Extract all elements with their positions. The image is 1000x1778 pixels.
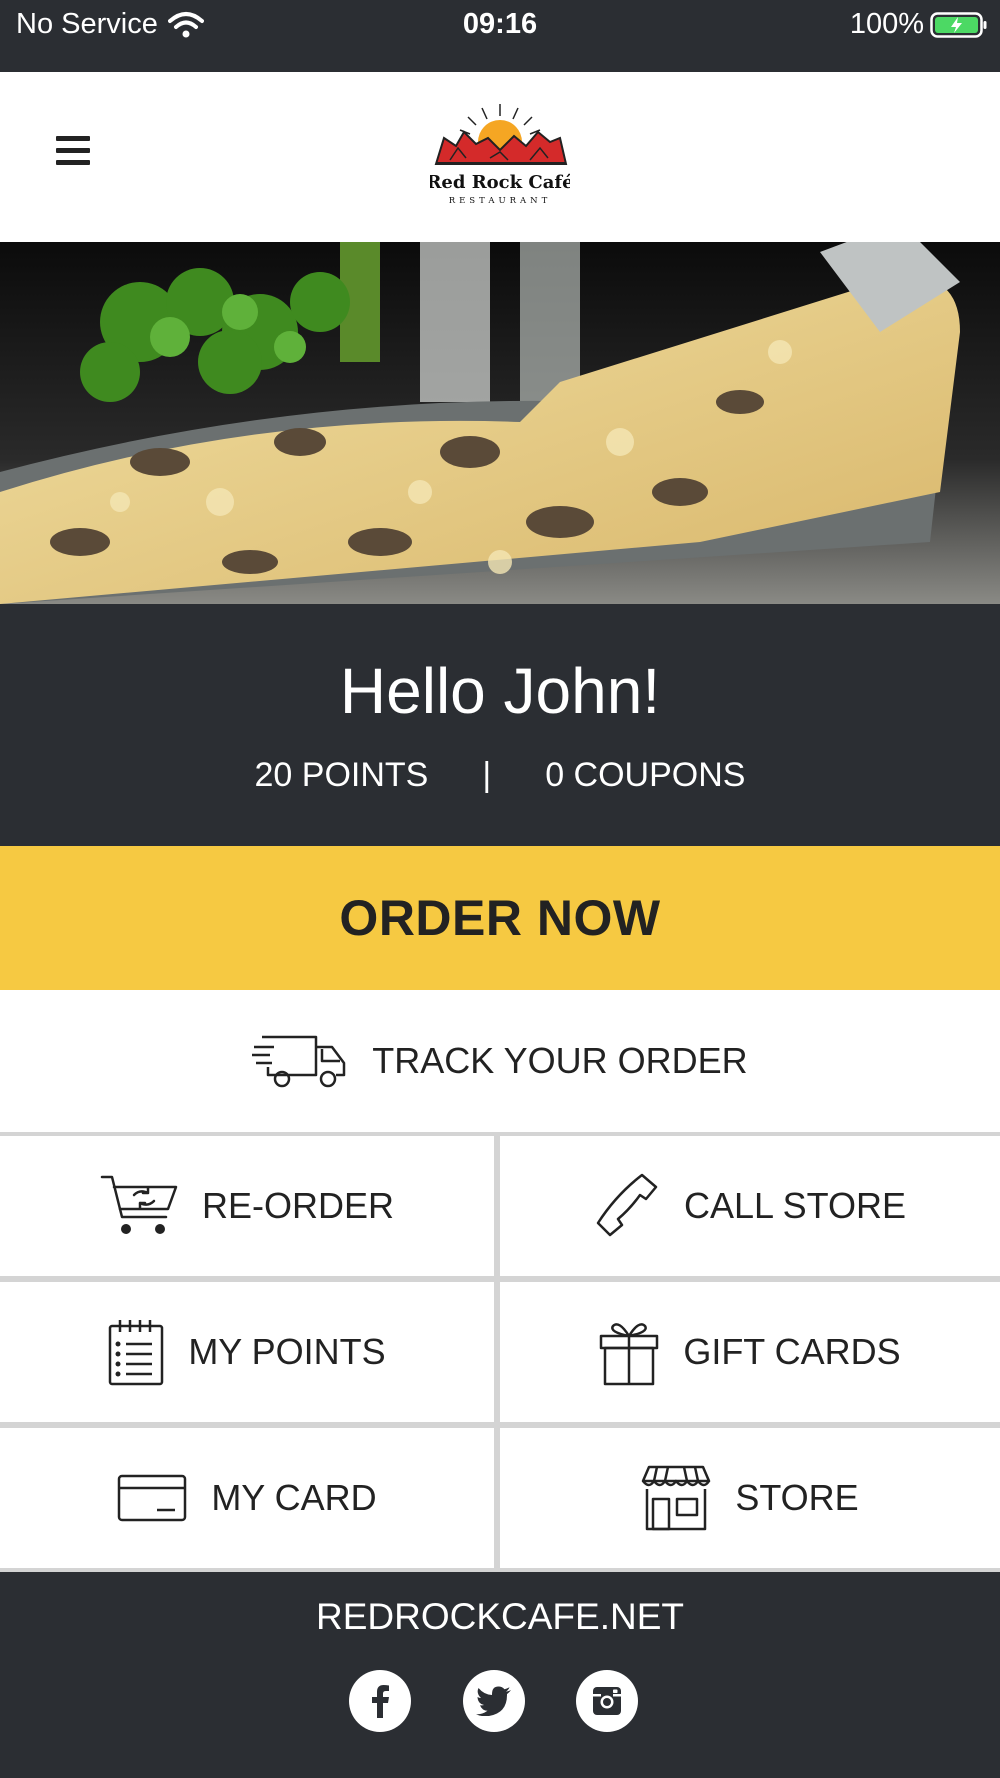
battery-percent: 100%: [849, 8, 924, 40]
rewards-summary: 20 POINTS | 0 COUPONS: [0, 756, 1000, 795]
gift-cards-button[interactable]: GIFT CARDS: [500, 1282, 1000, 1422]
my-points-label: MY POINTS: [188, 1331, 386, 1372]
cart-reorder-icon: [100, 1175, 178, 1234]
notepad-list-icon: [109, 1320, 164, 1386]
instagram-icon[interactable]: [576, 1670, 638, 1732]
hamburger-menu-icon[interactable]: [50, 132, 94, 176]
coupons-count[interactable]: 0 COUPONS: [545, 756, 745, 795]
footer: REDROCKCAFE.NET: [0, 1572, 1000, 1778]
my-card-label: MY CARD: [211, 1477, 377, 1518]
delivery-truck-icon: [252, 1035, 346, 1088]
battery-icon: [930, 11, 987, 38]
facebook-icon[interactable]: [349, 1670, 411, 1732]
stats-separator: |: [482, 756, 492, 794]
my-points-button[interactable]: MY POINTS: [0, 1282, 494, 1422]
app-header: Red Rock Café RESTAURANT: [0, 72, 1000, 242]
greeting-panel: Hello John! 20 POINTS | 0 COUPONS: [0, 604, 1000, 846]
my-card-button[interactable]: MY CARD: [0, 1428, 494, 1568]
status-bar: No Service 09:16 100%: [0, 0, 1000, 72]
logo-name-text: Red Rock Café: [430, 172, 570, 193]
action-grid: RE-ORDER CALL STORE MY POINTS GIFT CARDS…: [0, 1132, 1000, 1572]
store-label: STORE: [735, 1477, 859, 1518]
credit-card-icon: [118, 1474, 187, 1522]
track-order-button[interactable]: TRACK YOUR ORDER: [0, 990, 1000, 1132]
reorder-label: RE-ORDER: [201, 1185, 394, 1226]
status-right: 100%: [850, 8, 988, 41]
call-store-button[interactable]: CALL STORE: [500, 1136, 1000, 1276]
gift-cards-label: GIFT CARDS: [683, 1331, 901, 1372]
reorder-button[interactable]: RE-ORDER: [0, 1136, 494, 1276]
order-now-label: ORDER NOW: [339, 890, 661, 946]
phone-icon: [596, 1173, 658, 1237]
twitter-icon[interactable]: [463, 1670, 525, 1732]
website-link[interactable]: REDROCKCAFE.NET: [0, 1596, 1000, 1638]
greeting-title: Hello John!: [339, 655, 661, 727]
track-order-label: TRACK YOUR ORDER: [372, 1040, 748, 1081]
points-count[interactable]: 20 POINTS: [255, 756, 429, 795]
order-now-button[interactable]: ORDER NOW: [0, 846, 1000, 990]
call-store-label: CALL STORE: [683, 1185, 907, 1226]
storefront-icon: [642, 1465, 711, 1531]
store-button[interactable]: STORE: [500, 1428, 1000, 1568]
gift-icon: [600, 1323, 659, 1386]
restaurant-logo: Red Rock Café RESTAURANT: [430, 104, 570, 206]
hero-pizza-image: [0, 242, 1000, 604]
logo-sub-text: RESTAURANT: [449, 196, 552, 206]
